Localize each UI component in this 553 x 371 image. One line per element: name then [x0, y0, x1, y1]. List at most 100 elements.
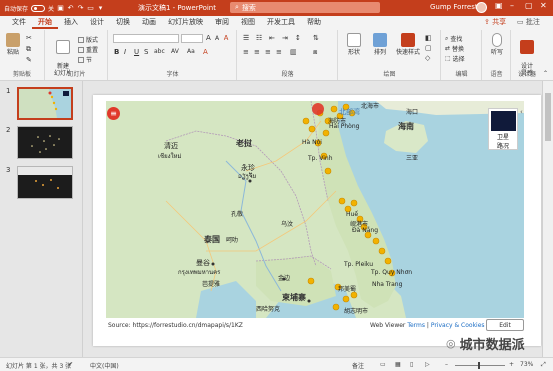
italic-button[interactable]: I — [124, 48, 126, 56]
shape-fill-icon[interactable]: ◧ — [425, 34, 432, 42]
satellite-layer-thumbnail[interactable] — [491, 111, 516, 131]
map-view[interactable]: 老挝 泰国 柬埔寨 海南 北部湾 Hải Phòng 海防市 Hà Nội Tp… — [106, 101, 524, 318]
tab-animations[interactable]: 动画 — [136, 16, 162, 29]
align-center-icon[interactable]: ≡ — [254, 48, 260, 56]
bold-button[interactable]: B — [114, 48, 119, 56]
tab-review[interactable]: 审阅 — [209, 16, 235, 29]
map-layer-panel[interactable]: 卫星 路况 — [488, 108, 518, 150]
font-color-button[interactable]: A — [203, 48, 208, 56]
align-right-icon[interactable]: ≡ — [265, 48, 271, 56]
font-size-select[interactable] — [181, 34, 203, 43]
fit-slide-icon[interactable]: ⤢ — [541, 361, 546, 369]
shrink-font-icon[interactable]: A — [215, 35, 219, 42]
format-painter-icon[interactable]: ✎ — [26, 56, 32, 64]
cut-icon[interactable]: ✂ — [26, 34, 32, 42]
clear-format-icon[interactable]: Ꭺ — [224, 34, 229, 43]
numbering-icon[interactable]: ☷ — [256, 34, 262, 42]
ribbon-display-icon[interactable]: ▣ — [495, 1, 503, 10]
customize-toolbar-icon[interactable]: ▾ — [97, 4, 104, 12]
comment-button[interactable]: ▭ 批注 — [517, 17, 540, 27]
minimize-icon[interactable]: – — [510, 1, 514, 10]
strikethrough-button[interactable]: S — [144, 48, 148, 56]
justify-icon[interactable]: ≡ — [276, 48, 282, 56]
traffic-layer-label[interactable]: 路况 — [489, 141, 517, 150]
slide-thumbnail[interactable] — [17, 87, 73, 120]
shape-outline-icon[interactable]: ▢ — [425, 44, 432, 52]
zoom-slider[interactable] — [455, 365, 505, 366]
avatar[interactable] — [476, 2, 487, 13]
reset-button[interactable]: 重置 — [78, 45, 98, 54]
maximize-icon[interactable]: ▢ — [525, 1, 533, 10]
satellite-layer-label[interactable]: 卫星 — [489, 132, 517, 141]
close-icon[interactable]: ✕ — [540, 1, 547, 10]
shapes-button[interactable]: 形状 — [343, 33, 365, 56]
normal-view-icon[interactable]: ▭ — [380, 361, 386, 368]
tab-transitions[interactable]: 切换 — [110, 16, 136, 29]
terms-link[interactable]: Terms — [407, 322, 425, 329]
tab-home[interactable]: 开始 — [32, 16, 58, 29]
arrange-button[interactable]: 排列 — [369, 33, 391, 56]
privacy-link[interactable]: Privacy & Cookies — [431, 322, 485, 329]
tab-design[interactable]: 设计 — [84, 16, 110, 29]
reading-view-icon[interactable]: ▯ — [410, 361, 413, 368]
share-button[interactable]: ⇪ 共享 — [484, 17, 506, 27]
zoom-slider-thumb[interactable] — [478, 362, 480, 369]
tab-file[interactable]: 文件 — [6, 16, 32, 29]
zoom-out-icon[interactable]: – — [445, 361, 448, 368]
undo-icon[interactable]: ↶ — [67, 4, 74, 12]
section-button[interactable]: 节 — [78, 55, 92, 64]
tab-view[interactable]: 视图 — [235, 16, 261, 29]
tab-developer[interactable]: 开发工具 — [261, 16, 301, 29]
map-label-ho-chi-minh: 胡志明市 — [344, 308, 369, 315]
line-spacing-icon[interactable]: ↕ — [295, 34, 301, 42]
map-menu-button[interactable]: ≡ — [107, 107, 120, 120]
section-label: 节 — [86, 57, 93, 64]
search-box[interactable]: ⌕ 搜索 — [230, 2, 380, 13]
select-button[interactable]: ⬚ 选择 — [445, 54, 465, 63]
text-direction-icon[interactable]: ⇅ — [313, 34, 319, 42]
autosave-toggle[interactable] — [31, 4, 46, 12]
zoom-level[interactable]: 73% — [520, 361, 533, 368]
increase-indent-icon[interactable]: ⇥ — [282, 34, 288, 42]
language-indicator[interactable]: 中文(中国) — [90, 361, 119, 370]
zoom-in-icon[interactable]: + — [509, 361, 514, 368]
vertical-scrollbar[interactable] — [542, 81, 553, 357]
slide-thumbnail[interactable] — [17, 126, 73, 159]
change-case-button[interactable]: Aa — [187, 48, 195, 55]
slide-thumbnail[interactable] — [17, 166, 73, 199]
spellcheck-icon[interactable]: ✔ — [68, 361, 73, 368]
dictate-button[interactable]: 听写 — [487, 33, 507, 56]
notes-button[interactable]: 备注 — [352, 361, 364, 370]
char-spacing-button[interactable]: AV — [171, 48, 179, 55]
replace-button[interactable]: ⇄ 替换 — [445, 44, 464, 53]
present-icon[interactable]: ▭ — [87, 4, 94, 12]
grow-font-icon[interactable]: A — [206, 34, 211, 42]
redo-icon[interactable]: ↷ — [77, 4, 84, 12]
paste-button[interactable]: 粘贴 — [4, 33, 22, 56]
columns-icon[interactable]: ▥ — [290, 48, 297, 56]
collapse-ribbon-icon[interactable]: ⌃ — [543, 70, 548, 77]
font-family-select[interactable] — [113, 34, 179, 43]
shadow-button[interactable]: abc — [154, 48, 165, 55]
slide-sorter-icon[interactable]: ▦ — [395, 361, 401, 368]
underline-button[interactable]: U — [134, 48, 139, 56]
bullets-icon[interactable]: ☰ — [243, 34, 249, 42]
slideshow-icon[interactable]: ▷ — [425, 361, 430, 368]
quick-styles-button[interactable]: 快速样式 — [395, 33, 421, 56]
layout-button[interactable]: 版式 — [78, 35, 98, 44]
smartart-icon[interactable]: ⧈ — [313, 48, 317, 57]
align-left-icon[interactable]: ≡ — [243, 48, 249, 56]
collapse-panel-icon[interactable]: ‹ — [520, 108, 523, 116]
decrease-indent-icon[interactable]: ⇤ — [269, 34, 275, 42]
autosave-state: 关 — [48, 5, 55, 13]
copy-icon[interactable]: ⧉ — [26, 45, 31, 54]
tab-slideshow[interactable]: 幻灯片放映 — [162, 16, 209, 29]
tab-insert[interactable]: 插入 — [58, 16, 84, 29]
user-name[interactable]: Gump Forrest — [430, 3, 478, 11]
scrollbar-thumb[interactable] — [545, 93, 551, 141]
edit-button[interactable]: Edit — [486, 319, 524, 331]
save-icon[interactable]: ▣ — [57, 4, 64, 12]
shape-effects-icon[interactable]: ◇ — [425, 54, 430, 62]
find-button[interactable]: ⌕ 查找 — [445, 34, 462, 44]
tab-help[interactable]: 帮助 — [301, 16, 327, 29]
